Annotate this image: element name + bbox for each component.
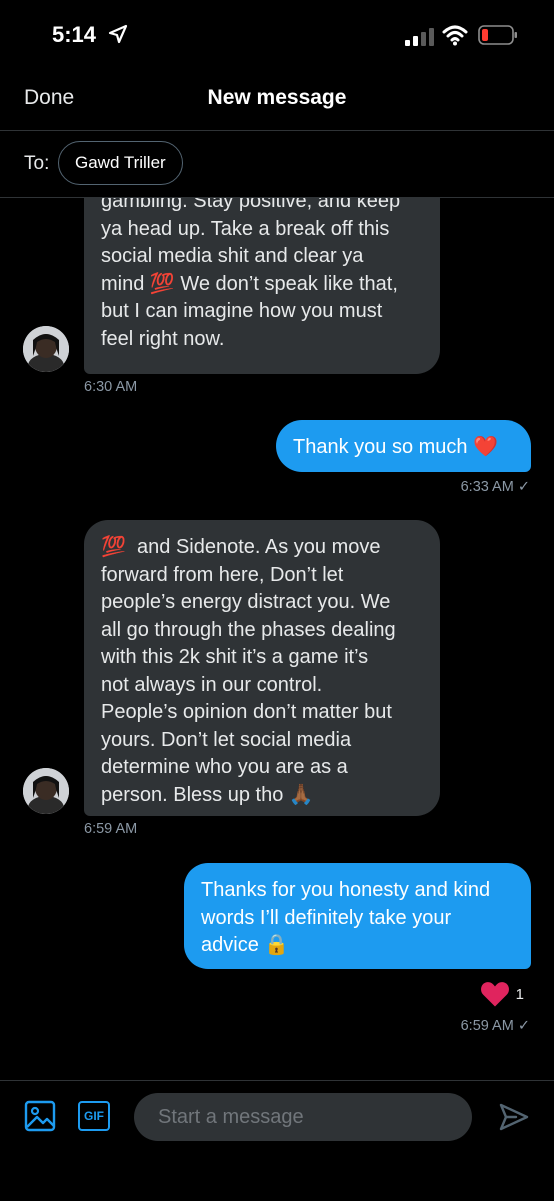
reaction-count: 1 <box>515 985 524 1003</box>
avatar[interactable] <box>23 326 69 372</box>
image-icon[interactable] <box>24 1100 56 1132</box>
avatar-photo-icon <box>23 326 69 372</box>
composer-bar: GIF Start a message <box>0 1080 554 1201</box>
message-timestamp: 6:30 AM <box>84 379 138 395</box>
cellular-signal-icon <box>405 28 434 46</box>
reaction[interactable]: 1 <box>480 980 524 1008</box>
incoming-message[interactable]: gambling. Stay positive, and keep ya hea… <box>84 198 440 374</box>
incoming-message[interactable]: 💯 and Sidenote. As you move forward from… <box>84 520 440 816</box>
recipient-chip[interactable]: Gawd Triller <box>58 141 183 185</box>
message-timestamp: 6:59 AM <box>84 821 138 837</box>
message-input-placeholder: Start a message <box>158 1105 304 1128</box>
avatar[interactable] <box>23 768 69 814</box>
gif-label: GIF <box>84 1109 104 1123</box>
message-timestamp: 6:33 AM ✓ <box>460 479 530 495</box>
message-timestamp: 6:59 AM ✓ <box>460 1018 530 1034</box>
heart-reaction-icon <box>480 982 509 1007</box>
outgoing-message[interactable]: Thanks for you honesty and kind words I’… <box>184 863 531 969</box>
message-list[interactable]: gambling. Stay positive, and keep ya hea… <box>0 198 554 1080</box>
wifi-icon <box>442 25 468 46</box>
battery-low-icon <box>478 25 517 45</box>
recipient-row: To: Gawd Triller <box>0 131 554 198</box>
nav-bar: Done New message <box>0 70 554 131</box>
send-icon[interactable] <box>498 1101 530 1133</box>
gif-button[interactable]: GIF <box>78 1101 110 1131</box>
location-arrow-icon <box>108 24 128 44</box>
status-time: 5:14 <box>52 22 97 47</box>
page-title: New message <box>207 86 347 109</box>
outgoing-message[interactable]: Thank you so much ❤️ <box>276 420 531 472</box>
message-input[interactable]: Start a message <box>134 1093 472 1141</box>
avatar-photo-icon <box>23 768 69 814</box>
to-label: To: <box>24 153 50 174</box>
status-bar: 5:14 <box>0 0 554 70</box>
